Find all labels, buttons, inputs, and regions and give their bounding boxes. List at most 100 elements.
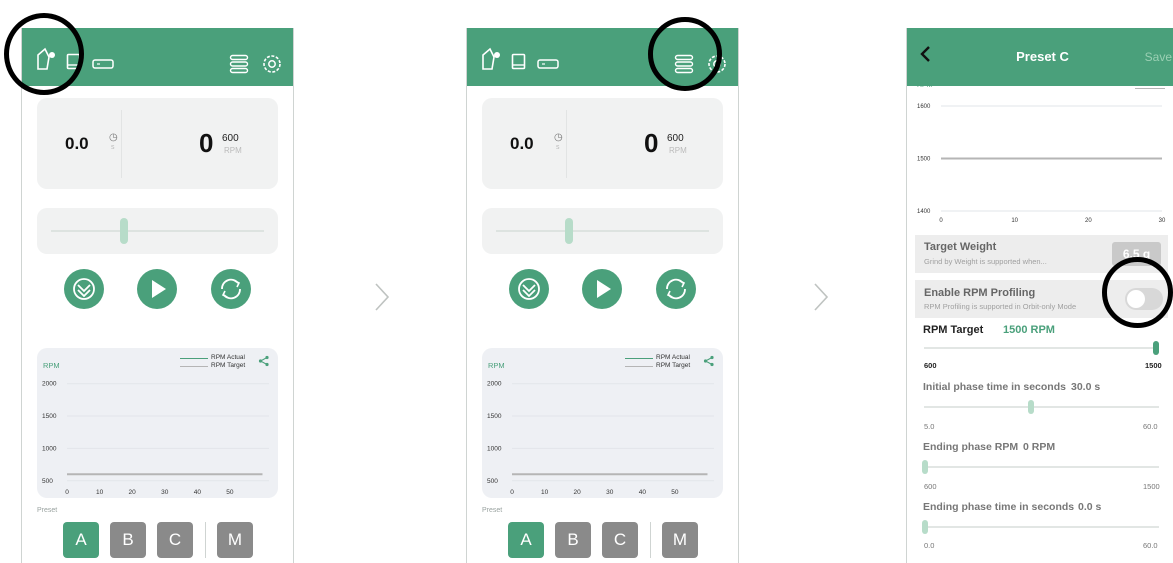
rpm-unit: RPM: [224, 146, 242, 155]
rotate-icon: [666, 278, 686, 300]
rpm-target-small: 600: [222, 133, 239, 144]
x-tick-label: 20: [574, 489, 582, 496]
y-tick-label: 2000: [487, 381, 502, 388]
preset-m-button[interactable]: M: [662, 522, 698, 558]
preset-label: Preset: [37, 507, 58, 514]
phone-screen-main-1: 0.0 ◷ s 0 600 RPM RPM RPM Actual RPM Tar…: [21, 28, 294, 563]
ending-rpm-min: 600: [924, 482, 937, 491]
preset-m-button[interactable]: M: [217, 522, 253, 558]
x-tick-label: 30: [606, 489, 614, 496]
x-tick-label: 10: [541, 489, 549, 496]
chevron-down-icon: [73, 278, 95, 300]
top-bar: Preset C Save: [907, 28, 1173, 86]
y-tick-label: 1500: [487, 413, 502, 420]
ending-rpm-max: 1500: [1143, 482, 1160, 491]
save-button[interactable]: Save: [1145, 50, 1172, 64]
status-card: 0.0 ◷ s 0 600 RPM: [482, 98, 723, 189]
play-button[interactable]: [137, 269, 177, 309]
ending-time-track[interactable]: [924, 526, 1159, 528]
play-icon: [152, 280, 166, 298]
reverse-button[interactable]: [656, 269, 696, 309]
rpm-target-value: 1500 RPM: [1003, 324, 1055, 336]
time-unit: s: [556, 144, 560, 151]
rpm-target-track[interactable]: [924, 347, 1159, 349]
page-title: Preset C: [1016, 49, 1069, 64]
speed-slider[interactable]: [37, 208, 278, 254]
grinder-icon[interactable]: [480, 47, 506, 71]
y-tick-label: 1400: [917, 209, 931, 215]
ending-rpm-value: 0 RPM: [1023, 441, 1056, 453]
time-value: 0.0: [510, 134, 534, 153]
status-card: 0.0 ◷ s 0 600 RPM: [37, 98, 278, 189]
rpm-unit: RPM: [669, 146, 687, 155]
preset-c-button[interactable]: C: [157, 522, 193, 558]
card-divider: [566, 110, 567, 178]
initial-phase-label: Initial phase time in seconds: [923, 381, 1066, 393]
y-tick-label: 1600: [917, 104, 931, 110]
rotate-icon: [221, 278, 241, 300]
ending-rpm-thumb[interactable]: [922, 460, 928, 474]
scale-icon[interactable]: [537, 59, 559, 69]
cup-icon[interactable]: [511, 53, 527, 70]
x-tick-label: 40: [639, 489, 647, 496]
x-tick-label: 20: [1085, 218, 1092, 224]
phone-screen-main-2: 0.0 ◷ s 0 600 RPM RPM RPM Actual RPM Tar…: [466, 28, 739, 563]
rpm-value: 0: [644, 128, 659, 158]
highlight-circle-rpm-toggle: [1102, 257, 1173, 328]
preset-divider: [650, 522, 651, 558]
presets-menu-icon[interactable]: [229, 54, 249, 74]
x-tick-label: 40: [194, 489, 202, 496]
scale-icon[interactable]: [92, 59, 114, 69]
target-weight-title: Target Weight: [924, 241, 997, 253]
rpm-value: 0: [199, 128, 214, 158]
rpm-profiling-subtitle: RPM Profiling is supported in Orbit-only…: [924, 302, 1077, 311]
preset-chart: RPM 1400 1500 1600 0 10 20 30: [907, 82, 1173, 226]
chart-plot: 1400 1500 1600 0 10 20 30: [917, 104, 1166, 224]
rpm-target-small: 600: [667, 133, 684, 144]
speed-slider[interactable]: [482, 208, 723, 254]
rpm-target-thumb[interactable]: [1153, 341, 1159, 355]
slider-thumb[interactable]: [565, 218, 573, 244]
ending-time-thumb[interactable]: [922, 520, 928, 534]
initial-phase-min: 5.0: [924, 422, 935, 431]
preset-b-button[interactable]: B: [110, 522, 146, 558]
ending-rpm-track[interactable]: [924, 466, 1159, 468]
preset-b-button[interactable]: B: [555, 522, 591, 558]
y-tick-label: 1500: [917, 157, 931, 163]
gear-icon[interactable]: [261, 53, 283, 75]
rpm-chart: RPM RPM Actual RPM Target 500 1000 1500 200…: [37, 348, 278, 498]
time-value: 0.0: [65, 134, 89, 153]
clock-icon: ◷: [554, 132, 563, 143]
y-tick-label: 500: [487, 478, 498, 485]
play-button[interactable]: [582, 269, 622, 309]
slider-thumb[interactable]: [120, 218, 128, 244]
initial-phase-max: 60.0: [1143, 422, 1158, 431]
highlight-circle-presets-menu: [648, 17, 722, 91]
slider-track: [51, 230, 264, 232]
purge-button[interactable]: [64, 269, 104, 309]
initial-phase-thumb[interactable]: [1028, 400, 1034, 414]
x-tick-label: 20: [129, 489, 137, 496]
rpm-chart: RPM RPM Actual RPM Target 500 1000 1500 200…: [482, 348, 723, 498]
initial-phase-track[interactable]: [924, 406, 1159, 408]
reverse-button[interactable]: [211, 269, 251, 309]
y-tick-label: 2000: [42, 381, 57, 388]
ending-rpm-label: Ending phase RPM: [923, 441, 1019, 453]
purge-button[interactable]: [509, 269, 549, 309]
rpm-target-min: 600: [924, 361, 937, 370]
preset-c-button[interactable]: C: [602, 522, 638, 558]
y-tick-label: 1000: [487, 445, 502, 452]
card-divider: [121, 110, 122, 178]
y-tick-label: 500: [42, 478, 53, 485]
preset-a-button[interactable]: A: [63, 522, 99, 558]
rpm-target-max: 1500: [1145, 361, 1162, 370]
x-tick-label: 50: [226, 489, 234, 496]
chart-plot: 500 1000 1500 2000 0 10 20 30 40 50: [42, 381, 269, 496]
rpm-target-label: RPM Target: [923, 324, 984, 336]
y-tick-label: 1000: [42, 445, 57, 452]
preset-a-button[interactable]: A: [508, 522, 544, 558]
initial-phase-value: 30.0 s: [1071, 381, 1101, 393]
ending-time-value: 0.0 s: [1078, 501, 1102, 513]
clock-icon: ◷: [109, 132, 118, 143]
x-tick-label: 0: [510, 489, 514, 496]
